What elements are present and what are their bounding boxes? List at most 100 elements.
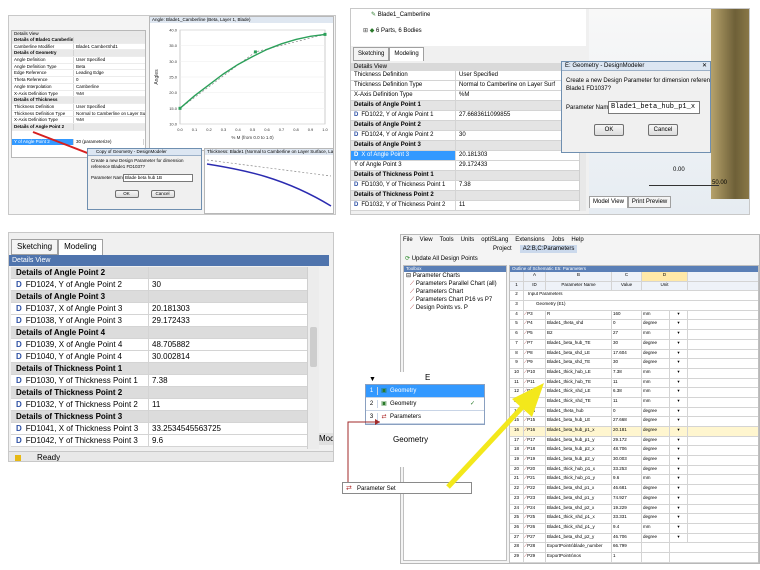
parameter-d-icon[interactable]: D [354, 202, 358, 208]
tree-row[interactable]: Edge Reference Leading Edge [12, 70, 145, 78]
property-row[interactable]: D FD1038, Y of Angle Point 3 29.172433 [11, 315, 307, 327]
parameter-unit[interactable]: degree [642, 446, 670, 456]
property-row[interactable]: D FD1042, Y of Thickness Point 3 9.6 [11, 435, 307, 447]
tree-row[interactable]: Details of Geometry [12, 50, 145, 58]
property-row[interactable]: Y of Angle Point 3 29.172433 [351, 161, 586, 171]
property-row[interactable]: D FD1024, Y of Angle Point 2 30 [11, 279, 307, 291]
property-value[interactable]: User Specified [456, 71, 576, 80]
parameter-id-cell[interactable]: ⟋P7 [524, 339, 546, 349]
unit-dropdown-icon[interactable]: ▾ [670, 310, 688, 320]
expand-icon[interactable]: ⊞ [363, 28, 370, 34]
parameter-value[interactable]: 6.38 [612, 388, 642, 397]
table-row[interactable]: ABCD [510, 272, 758, 282]
table-row[interactable]: 27 ⟋P27 Blade1_beta_shd_p2_y 46.706 degree ▾ [510, 533, 758, 544]
property-value[interactable]: 20.181303 [149, 303, 305, 314]
parameter-name[interactable]: Blade1_beta_hub_p1_y [546, 436, 612, 446]
property-row[interactable]: D FD1024, Y of Angle Point 2 30 [351, 131, 586, 141]
unit-dropdown-icon[interactable]: ▾ [670, 339, 688, 349]
unit-dropdown-icon[interactable]: ▾ [670, 533, 688, 543]
parameter-value[interactable]: 48.706 [612, 446, 642, 456]
parameter-unit[interactable] [642, 543, 670, 552]
parameter-name[interactable]: Blade1_beta_shd_p2_y [546, 533, 612, 543]
parameter-name[interactable]: Blade1_thick_hub_TE [546, 378, 612, 388]
table-row[interactable]: 7 ⟋P7 Blade1_beta_hub_TE 30 degree ▾ [510, 339, 758, 350]
property-row[interactable]: X-Axis Definition Type %M [351, 91, 586, 101]
unit-dropdown-icon[interactable]: ▾ [670, 320, 688, 330]
parameter-value[interactable]: 66.799 [612, 543, 642, 552]
parameter-value[interactable]: 160 [612, 310, 642, 320]
unit-dropdown-icon[interactable]: ▾ [670, 475, 688, 485]
column-header[interactable]: Unit [642, 281, 688, 291]
parameter-id-cell[interactable]: ⟋P28 [524, 543, 546, 552]
parameter-unit[interactable]: degree [642, 436, 670, 446]
property-value[interactable]: 20.181303 [456, 151, 576, 160]
unit-dropdown-icon[interactable]: ▾ [670, 485, 688, 494]
parameter-value[interactable]: 33.253 [612, 465, 642, 475]
parameter-unit[interactable]: degree [642, 407, 670, 417]
parameter-unit[interactable]: degree [642, 485, 670, 494]
parameter-name[interactable]: B2 [546, 330, 612, 339]
parameter-unit[interactable]: mm [642, 310, 670, 320]
unit-dropdown-icon[interactable]: ▾ [670, 504, 688, 514]
tree-row[interactable]: Angle Interpolation Camberline [12, 83, 145, 91]
property-value[interactable]: 30 [456, 131, 576, 140]
property-value[interactable]: 7.38 [456, 181, 576, 190]
property-value[interactable]: Normal to Camberline on Layer Surf [456, 81, 576, 90]
parameter-d-icon[interactable]: D [16, 376, 22, 385]
update-all-button[interactable]: ⟳ Update All Design Points [405, 255, 478, 263]
parameter-d-icon[interactable]: D [354, 132, 358, 138]
menu-optislang[interactable]: optiSLang [481, 236, 508, 244]
close-icon[interactable]: ✕ [702, 62, 710, 70]
chart-item[interactable]: ⟋ Parameters Chart P16 vs P7 [404, 296, 506, 304]
parameter-name[interactable]: Blade1_beta_hub_p2_y [546, 456, 612, 465]
property-value[interactable]: 33.2534545563725 [149, 423, 305, 434]
unit-dropdown-icon[interactable]: ▾ [670, 446, 688, 456]
table-row[interactable]: 4 ⟋P3 R 160 mm ▾ [510, 310, 758, 321]
parameter-value[interactable]: 29.172 [612, 436, 642, 446]
parameter-value[interactable]: 33.331 [612, 514, 642, 523]
tree-item-parts[interactable]: 6 Parts, 6 Bodies [376, 28, 422, 34]
unit-dropdown-icon[interactable]: ▾ [670, 359, 688, 368]
parameter-unit[interactable]: degree [642, 514, 670, 523]
parameter-charts-group[interactable]: ⊟ Parameter Charts [404, 272, 506, 280]
property-value[interactable]: 29.172433 [456, 161, 576, 170]
parameter-unit[interactable]: degree [642, 320, 670, 330]
parameter-id-cell[interactable]: ⟋P29 [524, 552, 546, 562]
table-row[interactable]: 9 ⟋P9 Blade1_beta_shd_TE 30 degree ▾ [510, 359, 758, 369]
column-letter[interactable]: C [612, 272, 642, 281]
parameter-unit[interactable]: mm [642, 523, 670, 533]
parameter-value[interactable]: 7.38 [612, 368, 642, 378]
column-header[interactable]: Value [612, 281, 642, 291]
property-row[interactable]: D FD1022, Y of Angle Point 1 27.6683611099… [351, 111, 586, 121]
parameter-name[interactable]: Blade1_thick_shd_TE [546, 397, 612, 407]
property-value[interactable]: 9.6 [149, 435, 305, 446]
property-row[interactable]: D FD1032, Y of Thickness Point 2 11 [11, 399, 307, 411]
parameter-d-icon[interactable]: D [16, 424, 22, 433]
parameter-value[interactable]: 0 [612, 320, 642, 330]
parameter-name[interactable]: Blade1_beta_shd_p1_y [546, 494, 612, 504]
parameter-unit[interactable]: mm [642, 397, 670, 407]
tab-sketching[interactable]: Sketching [11, 239, 59, 255]
parameter-d-icon[interactable]: D [16, 340, 22, 349]
table-row[interactable]: 26 ⟋P26 Blade1_thick_shd_p1_y 9.4 mm ▾ [510, 523, 758, 534]
menu-help[interactable]: Help [571, 236, 583, 244]
scrollbar-thumb[interactable] [310, 327, 317, 367]
parameter-value[interactable]: 17.604 [612, 349, 642, 359]
column-letter[interactable]: B [546, 272, 612, 281]
parameter-value[interactable]: 46.706 [612, 533, 642, 543]
dialog-param-input[interactable]: Blade1_beta_hub_p1_x [608, 101, 700, 114]
tree-row[interactable]: X-Axis Definition Type %M [12, 117, 145, 124]
table-row[interactable]: 3 Geometry (E1) [510, 301, 758, 311]
property-row[interactable]: D FD1039, X of Angle Point 4 48.705882 [11, 339, 307, 351]
menu-extensions[interactable]: Extensions [515, 236, 544, 244]
tree-item-camberline[interactable]: Blade1_Camberline [378, 12, 431, 18]
parameter-value[interactable]: 11 [612, 378, 642, 388]
property-value[interactable]: 30.002814 [149, 351, 305, 362]
table-row[interactable]: 5 ⟋P4 Blade1_theta_shd 0 degree ▾ [510, 320, 758, 331]
unit-dropdown-icon[interactable]: ▾ [670, 436, 688, 446]
parameter-value[interactable]: 46.681 [612, 485, 642, 494]
parameter-unit[interactable]: degree [642, 465, 670, 475]
property-row[interactable]: D FD1037, X of Angle Point 3 20.181303 [11, 303, 307, 315]
unit-dropdown-icon[interactable]: ▾ [670, 397, 688, 407]
parameter-name[interactable]: ExportPoints\nos [546, 552, 612, 562]
